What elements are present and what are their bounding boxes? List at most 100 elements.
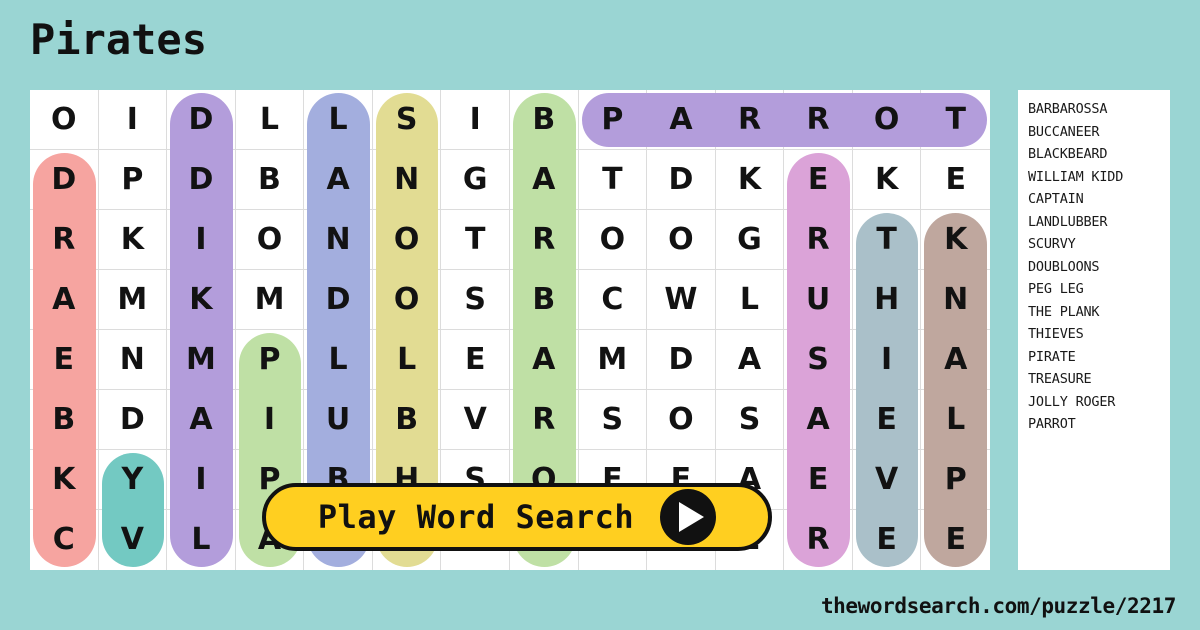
grid-cell[interactable]: N — [98, 330, 168, 390]
grid-cell[interactable]: I — [441, 90, 510, 150]
grid-cell[interactable]: S — [578, 390, 648, 450]
grid-cell[interactable]: D — [647, 330, 716, 390]
grid-cell[interactable]: S — [372, 90, 442, 150]
grid-cell[interactable]: T — [921, 90, 990, 150]
grid-cell[interactable]: G — [715, 210, 785, 270]
grid-cell[interactable]: M — [578, 330, 648, 390]
grid-cell[interactable]: U — [784, 270, 853, 330]
grid-cell[interactable]: D — [167, 150, 236, 210]
grid-cell[interactable]: R — [784, 210, 853, 270]
grid-cell[interactable]: K — [715, 150, 785, 210]
grid-cell[interactable]: D — [304, 270, 373, 330]
grid-cell[interactable]: N — [921, 270, 990, 330]
grid-cell[interactable]: I — [167, 450, 236, 510]
grid-cell[interactable]: L — [304, 330, 373, 390]
grid-cell[interactable]: S — [441, 270, 510, 330]
play-word-search-button[interactable]: Play Word Search — [262, 483, 772, 551]
grid-cell[interactable]: R — [509, 390, 579, 450]
grid-cell[interactable]: T — [852, 210, 922, 270]
grid-cell[interactable]: C — [578, 270, 648, 330]
grid-cell[interactable]: N — [372, 150, 442, 210]
grid-cell[interactable]: K — [30, 450, 99, 510]
grid-cell[interactable]: L — [304, 90, 373, 150]
grid-cell[interactable]: K — [167, 270, 236, 330]
grid-cell[interactable]: E — [441, 330, 510, 390]
grid-cell[interactable]: R — [30, 210, 99, 270]
grid-cell[interactable]: H — [852, 270, 922, 330]
grid-cell[interactable]: K — [921, 210, 990, 270]
grid-cell[interactable]: W — [647, 270, 716, 330]
grid-cell[interactable]: O — [372, 270, 442, 330]
grid-cell[interactable]: M — [98, 270, 168, 330]
grid-cell[interactable]: A — [509, 150, 579, 210]
grid-cell[interactable]: I — [852, 330, 922, 390]
grid-cell[interactable]: B — [235, 150, 305, 210]
grid-cell[interactable]: B — [509, 270, 579, 330]
grid-cell[interactable]: R — [784, 90, 853, 150]
grid-cell[interactable]: O — [647, 210, 716, 270]
grid-cell[interactable]: K — [98, 210, 168, 270]
grid-cell[interactable]: O — [30, 90, 99, 150]
grid-cell[interactable]: I — [167, 210, 236, 270]
grid-cell[interactable]: O — [372, 210, 442, 270]
grid-cell[interactable]: T — [578, 150, 648, 210]
grid-cell[interactable]: R — [715, 90, 785, 150]
grid-cell[interactable]: V — [852, 450, 922, 510]
grid-cell[interactable]: L — [372, 330, 442, 390]
grid-cell[interactable]: M — [235, 270, 305, 330]
grid-cell[interactable]: D — [167, 90, 236, 150]
grid-letter: S — [601, 401, 624, 437]
grid-cell[interactable]: E — [852, 390, 922, 450]
grid-cell[interactable]: R — [509, 210, 579, 270]
grid-cell[interactable]: A — [167, 390, 236, 450]
grid-cell[interactable]: A — [715, 330, 785, 390]
grid-cell[interactable]: G — [441, 150, 510, 210]
grid-cell[interactable]: A — [784, 390, 853, 450]
grid-cell[interactable]: E — [30, 330, 99, 390]
grid-cell[interactable]: E — [853, 510, 922, 570]
grid-cell[interactable]: D — [98, 390, 168, 450]
grid-cell[interactable]: L — [921, 390, 990, 450]
grid-cell[interactable]: B — [509, 90, 579, 150]
grid-cell[interactable]: O — [852, 90, 922, 150]
grid-cell[interactable]: R — [784, 510, 853, 570]
grid-cell[interactable]: L — [715, 270, 785, 330]
grid-cell[interactable]: O — [647, 390, 716, 450]
grid-cell[interactable]: E — [784, 450, 853, 510]
grid-cell[interactable]: O — [235, 210, 305, 270]
grid-cell[interactable]: P — [921, 450, 990, 510]
grid-letter: O — [599, 221, 626, 257]
grid-cell[interactable]: T — [441, 210, 510, 270]
grid-cell[interactable]: A — [30, 270, 99, 330]
grid-cell[interactable]: C — [30, 510, 99, 570]
grid-letter: C — [601, 281, 624, 317]
grid-cell[interactable]: A — [304, 150, 373, 210]
grid-cell[interactable]: A — [921, 330, 990, 390]
grid-cell[interactable]: A — [509, 330, 579, 390]
grid-cell[interactable]: E — [921, 510, 990, 570]
grid-cell[interactable]: L — [167, 510, 236, 570]
grid-cell[interactable]: B — [30, 390, 99, 450]
grid-cell[interactable]: S — [715, 390, 785, 450]
grid-cell[interactable]: M — [167, 330, 236, 390]
grid-cell[interactable]: P — [98, 150, 168, 210]
grid-cell[interactable]: V — [99, 510, 168, 570]
grid-cell[interactable]: I — [235, 390, 305, 450]
grid-cell[interactable]: I — [98, 90, 168, 150]
grid-cell[interactable]: L — [235, 90, 305, 150]
grid-cell[interactable]: O — [578, 210, 648, 270]
grid-cell[interactable]: E — [921, 150, 990, 210]
grid-cell[interactable]: V — [441, 390, 510, 450]
grid-cell[interactable]: P — [578, 90, 648, 150]
grid-cell[interactable]: D — [30, 150, 99, 210]
grid-cell[interactable]: S — [784, 330, 853, 390]
grid-cell[interactable]: E — [784, 150, 853, 210]
grid-cell[interactable]: U — [304, 390, 373, 450]
grid-cell[interactable]: B — [372, 390, 442, 450]
grid-cell[interactable]: N — [304, 210, 373, 270]
grid-cell[interactable]: P — [235, 330, 305, 390]
grid-cell[interactable]: D — [647, 150, 716, 210]
grid-cell[interactable]: K — [852, 150, 922, 210]
grid-cell[interactable]: Y — [98, 450, 168, 510]
grid-cell[interactable]: A — [647, 90, 716, 150]
